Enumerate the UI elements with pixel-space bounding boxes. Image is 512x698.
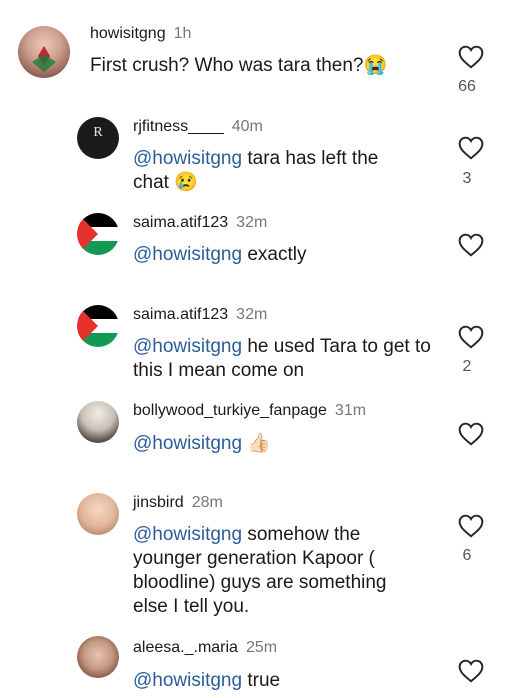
palestine-flag-icon — [77, 305, 119, 347]
timestamp: 32m — [236, 214, 268, 231]
palestine-flag-icon — [77, 213, 119, 255]
username[interactable]: rjfitness____ — [133, 118, 224, 135]
avatar[interactable] — [77, 493, 119, 535]
heart-outline-icon — [458, 325, 484, 349]
mention-link[interactable]: @howisitgng — [133, 244, 242, 265]
like-count: 2 — [462, 358, 472, 375]
heart-outline-icon — [458, 514, 484, 538]
mention-link[interactable]: @howisitgng — [133, 670, 242, 691]
username[interactable]: saima.atif123 — [133, 306, 228, 323]
comment-text: @howisitgng true — [133, 669, 433, 693]
heart-outline-icon — [458, 45, 484, 69]
like-count: 3 — [462, 170, 472, 187]
username[interactable]: jinsbird — [133, 494, 184, 511]
loudly-crying-emoji: 😭 — [363, 55, 388, 76]
comment-text: @howisitgng exactly — [133, 243, 433, 267]
timestamp: 28m — [191, 494, 223, 511]
heart-outline-icon — [458, 233, 484, 257]
mention-link[interactable]: @howisitgng — [133, 336, 242, 357]
comment-body: exactly — [247, 244, 307, 265]
like-count: 66 — [458, 78, 476, 95]
timestamp: 40m — [231, 118, 263, 135]
username[interactable]: howisitgng — [90, 25, 166, 42]
comment-body: First crush? Who was tara then? — [90, 55, 364, 76]
thumbs-up-emoji: 👍🏻 — [247, 433, 272, 454]
username[interactable]: saima.atif123 — [133, 214, 228, 231]
heart-outline-icon — [458, 422, 484, 446]
like-count: 6 — [462, 547, 472, 564]
username[interactable]: bollywood_turkiye_fanpage — [133, 402, 327, 419]
like-button[interactable] — [458, 45, 484, 69]
mention-link[interactable]: @howisitgng — [133, 433, 242, 454]
like-button[interactable] — [458, 422, 484, 446]
like-button[interactable] — [458, 514, 484, 538]
sad-face-emoji: 😢 — [174, 172, 198, 193]
comment-text: @howisitgng he used Tara to get to this … — [133, 335, 433, 383]
heart-outline-icon — [458, 136, 484, 160]
comment-text: @howisitgng 👍🏻 — [133, 432, 433, 456]
timestamp: 1h — [173, 25, 192, 42]
avatar[interactable] — [77, 305, 119, 347]
mention-link[interactable]: @howisitgng — [133, 148, 242, 169]
like-button[interactable] — [458, 136, 484, 160]
comment-text: @howisitgng tara has left the chat 😢 — [133, 147, 408, 195]
mention-link[interactable]: @howisitgng — [133, 524, 242, 545]
avatar[interactable] — [77, 213, 119, 255]
avatar[interactable] — [77, 401, 119, 443]
avatar[interactable] — [77, 636, 119, 678]
timestamp: 32m — [236, 306, 268, 323]
username[interactable]: aleesa._.maria — [133, 639, 238, 656]
timestamp: 25m — [245, 639, 278, 656]
avatar[interactable] — [18, 26, 70, 78]
like-button[interactable] — [458, 325, 484, 349]
comment-text: @howisitgng somehow the younger generati… — [133, 523, 423, 619]
heart-outline-icon — [458, 659, 484, 683]
avatar-logo-letter: R — [93, 125, 103, 140]
comment-body: true — [247, 670, 281, 691]
comment-text: First crush? Who was tara then?😭 — [90, 54, 430, 78]
timestamp: 31m — [334, 402, 367, 419]
like-button[interactable] — [458, 233, 484, 257]
like-button[interactable] — [458, 659, 484, 683]
avatar[interactable]: R — [77, 117, 119, 159]
